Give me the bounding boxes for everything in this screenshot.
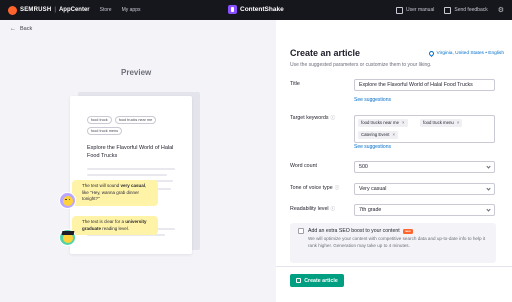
feedback-icon	[444, 6, 452, 14]
send-feedback-link[interactable]: Send feedback	[444, 6, 488, 14]
graduate-face-icon	[61, 230, 74, 243]
keyword-chips: food truck food trucks near me food truc…	[87, 116, 187, 135]
readability-tip: The text is clear for a university gradu…	[72, 216, 158, 235]
readability-tip-text-end: reading level.	[101, 225, 130, 231]
user-manual-link[interactable]: User manual	[396, 6, 435, 14]
location-pin-icon	[427, 49, 435, 58]
book-icon	[396, 6, 403, 14]
readability-value: 7th grade	[359, 207, 382, 213]
seo-boost-panel: Add an extra SEO boost to your content ne…	[290, 223, 496, 263]
gear-icon[interactable]: ⚙	[498, 6, 504, 14]
readability-tip-text: The text is clear for a	[82, 219, 126, 224]
smiley-face-icon	[62, 195, 73, 206]
tone-tip-text: The text will sound	[82, 183, 121, 188]
word-count-label: Word count	[290, 163, 317, 169]
seo-boost-title[interactable]: Add an extra SEO boost to your content ne…	[308, 228, 413, 234]
locale-selector[interactable]: Virginia, United States • English	[427, 49, 504, 58]
top-right-actions: User manual Send feedback ⚙	[386, 0, 504, 20]
create-article-button[interactable]: Create article	[290, 274, 344, 287]
text-placeholder-line	[87, 168, 175, 170]
word-count-select[interactable]: 500	[354, 161, 495, 173]
app-logo: ContentShake	[228, 5, 284, 14]
keywords-label-text: Target keywords	[290, 115, 329, 121]
word-count-value: 500	[359, 164, 368, 170]
preview-pane: ← Back Preview food truck food trucks ne…	[0, 20, 276, 302]
user-manual-label: User manual	[406, 7, 435, 13]
send-feedback-label: Send feedback	[454, 7, 488, 13]
info-icon[interactable]: ⓘ	[335, 185, 340, 191]
close-icon[interactable]: ×	[402, 120, 405, 125]
nav-store[interactable]: Store	[100, 7, 112, 13]
readability-label-text: Readability level	[290, 206, 329, 212]
footer-divider	[276, 266, 512, 267]
new-badge: new	[402, 228, 413, 234]
arrow-left-icon: ←	[10, 26, 16, 32]
keyword-tag[interactable]: Catering Event ×	[358, 131, 398, 139]
app-name: ContentShake	[240, 6, 284, 13]
tone-tip-bold: very casual	[120, 183, 146, 188]
preview-title: Preview	[121, 68, 152, 77]
tone-label-text: Tone of voice type	[290, 185, 333, 191]
create-article-label: Create article	[304, 277, 338, 284]
tone-tip: The text will sound very casual, like "H…	[72, 180, 158, 206]
close-icon[interactable]: ×	[392, 132, 395, 137]
graduation-cap-icon	[61, 230, 74, 235]
smiley-avatar	[59, 192, 76, 209]
seo-boost-description: We will optimize your content with compe…	[308, 236, 486, 248]
back-button[interactable]: ← Back	[10, 26, 32, 32]
preview-chip: food truck	[87, 116, 112, 124]
preview-chip: food truck menu	[87, 127, 123, 135]
text-placeholder-line	[87, 174, 167, 176]
tone-value: Very casual	[359, 186, 387, 192]
graduate-avatar	[59, 229, 76, 246]
brand[interactable]: SEMRUSH | AppCenter	[8, 5, 90, 15]
document-icon	[296, 278, 302, 283]
back-label: Back	[20, 26, 33, 32]
readability-select[interactable]: 7th grade	[354, 204, 495, 216]
word-count-label-text: Word count	[290, 163, 317, 169]
title-input[interactable]: Explore the Flavorful World of Halal Foo…	[354, 79, 495, 91]
semrush-logo-icon	[8, 5, 17, 15]
info-icon[interactable]: ⓘ	[331, 115, 336, 121]
chevron-down-icon	[486, 186, 491, 191]
keywords-label: Target keywords ⓘ	[290, 115, 335, 121]
title-label-text: Title	[290, 81, 300, 87]
brand-separator: |	[54, 7, 56, 13]
top-bar: SEMRUSH | AppCenter Store My apps Conten…	[0, 0, 512, 20]
chevron-down-icon	[486, 207, 491, 212]
brand-name: SEMRUSH	[20, 7, 52, 13]
keywords-input[interactable]: food trucks near me × food truck menu × Ca…	[354, 115, 495, 143]
tone-label: Tone of voice type ⓘ	[290, 185, 339, 191]
see-suggestions-title-link[interactable]: See suggestions	[354, 97, 391, 103]
locale-label: Virginia, United States • English	[436, 51, 504, 56]
keyword-tag-label: food truck menu	[423, 120, 454, 126]
close-icon[interactable]: ×	[457, 120, 460, 125]
preview-article-title: Explore the Flavorful World of Halal Foo…	[87, 145, 174, 159]
keyword-tag-label: Catering Event	[361, 132, 390, 138]
see-suggestions-keywords-link[interactable]: See suggestions	[354, 144, 391, 150]
keyword-tag-label: food trucks near me	[361, 120, 399, 126]
seo-boost-checkbox[interactable]	[298, 228, 304, 234]
form-subtitle: Use the suggested parameters or customiz…	[290, 62, 432, 68]
nav-my-apps[interactable]: My apps	[122, 7, 141, 13]
preview-chip: food trucks near me	[114, 116, 157, 124]
form-title: Create an article	[290, 48, 361, 58]
keyword-tag[interactable]: food trucks near me ×	[358, 119, 408, 127]
article-form: Create an article Virginia, United State…	[276, 20, 512, 302]
tone-select[interactable]: Very casual	[354, 183, 495, 195]
seo-boost-title-text: Add an extra SEO boost to your content	[308, 228, 400, 234]
contentshake-icon	[228, 5, 237, 14]
chevron-down-icon	[486, 164, 491, 169]
keyword-tag[interactable]: food truck menu ×	[420, 119, 463, 127]
brand-appcenter: AppCenter	[58, 7, 90, 13]
title-label: Title	[290, 81, 300, 87]
info-icon[interactable]: ⓘ	[331, 206, 336, 212]
readability-label: Readability level ⓘ	[290, 206, 335, 212]
